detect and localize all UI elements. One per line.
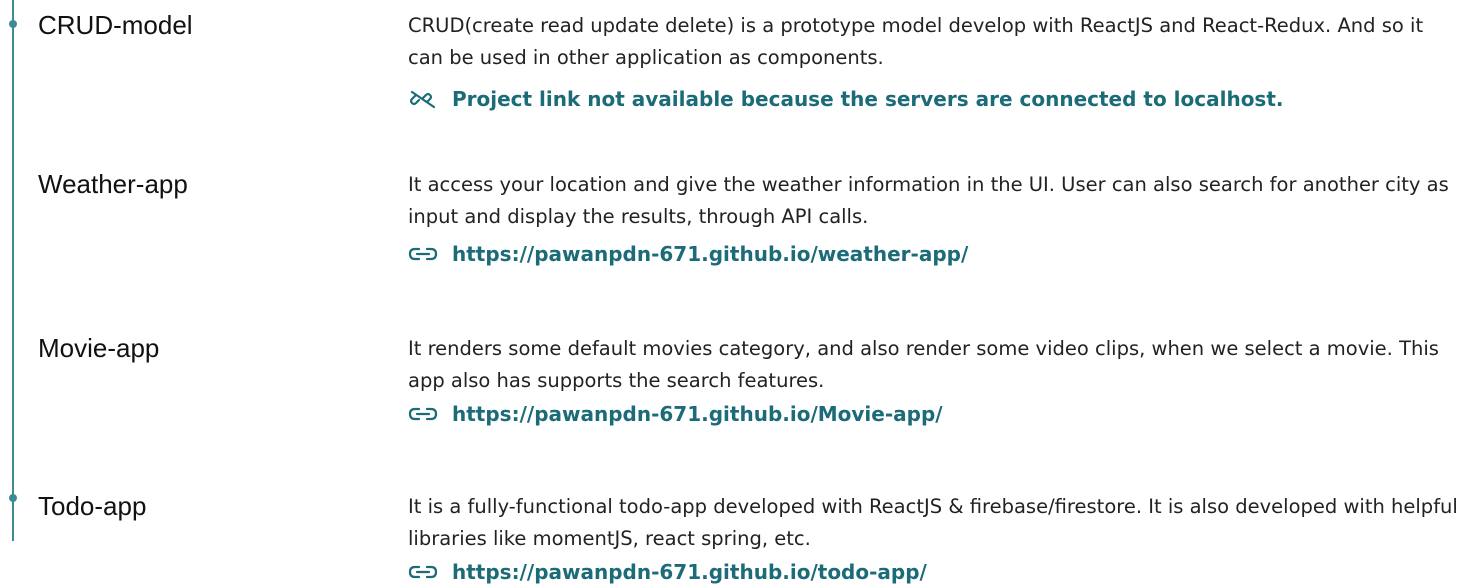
project-description: It renders some default movies category,…	[408, 337, 1439, 392]
project-link-label: https://pawanpdn-671.github.io/todo-app/	[452, 560, 927, 584]
project-description: It access your location and give the wea…	[408, 173, 1449, 228]
timeline-dot	[9, 20, 17, 28]
link-off-icon	[408, 89, 438, 109]
project-description: It is a fully-functional todo-app develo…	[408, 495, 1458, 550]
project-title: Weather-app	[38, 169, 188, 199]
link-icon	[408, 244, 438, 264]
project-title: Todo-app	[38, 491, 147, 521]
timeline-dot	[9, 494, 17, 502]
project-link-label: https://pawanpdn-671.github.io/Movie-app…	[452, 402, 943, 426]
project-description: CRUD(create read update delete) is a pro…	[408, 14, 1424, 69]
link-icon	[408, 404, 438, 424]
project-title: CRUD-model	[38, 10, 193, 40]
project-link[interactable]: https://pawanpdn-671.github.io/weather-a…	[408, 242, 968, 266]
project-link-unavailable: Project link not available because the s…	[408, 87, 1284, 111]
link-icon	[408, 562, 438, 582]
project-title: Movie-app	[38, 333, 160, 363]
timeline-rail	[12, 0, 14, 541]
project-link-label: https://pawanpdn-671.github.io/weather-a…	[452, 242, 969, 266]
project-link[interactable]: https://pawanpdn-671.github.io/todo-app/	[408, 560, 927, 584]
projects-timeline: CRUD-model CRUD(create read update delet…	[0, 0, 1468, 587]
project-link[interactable]: https://pawanpdn-671.github.io/Movie-app…	[408, 402, 943, 426]
project-link-label: Project link not available because the s…	[452, 87, 1284, 111]
